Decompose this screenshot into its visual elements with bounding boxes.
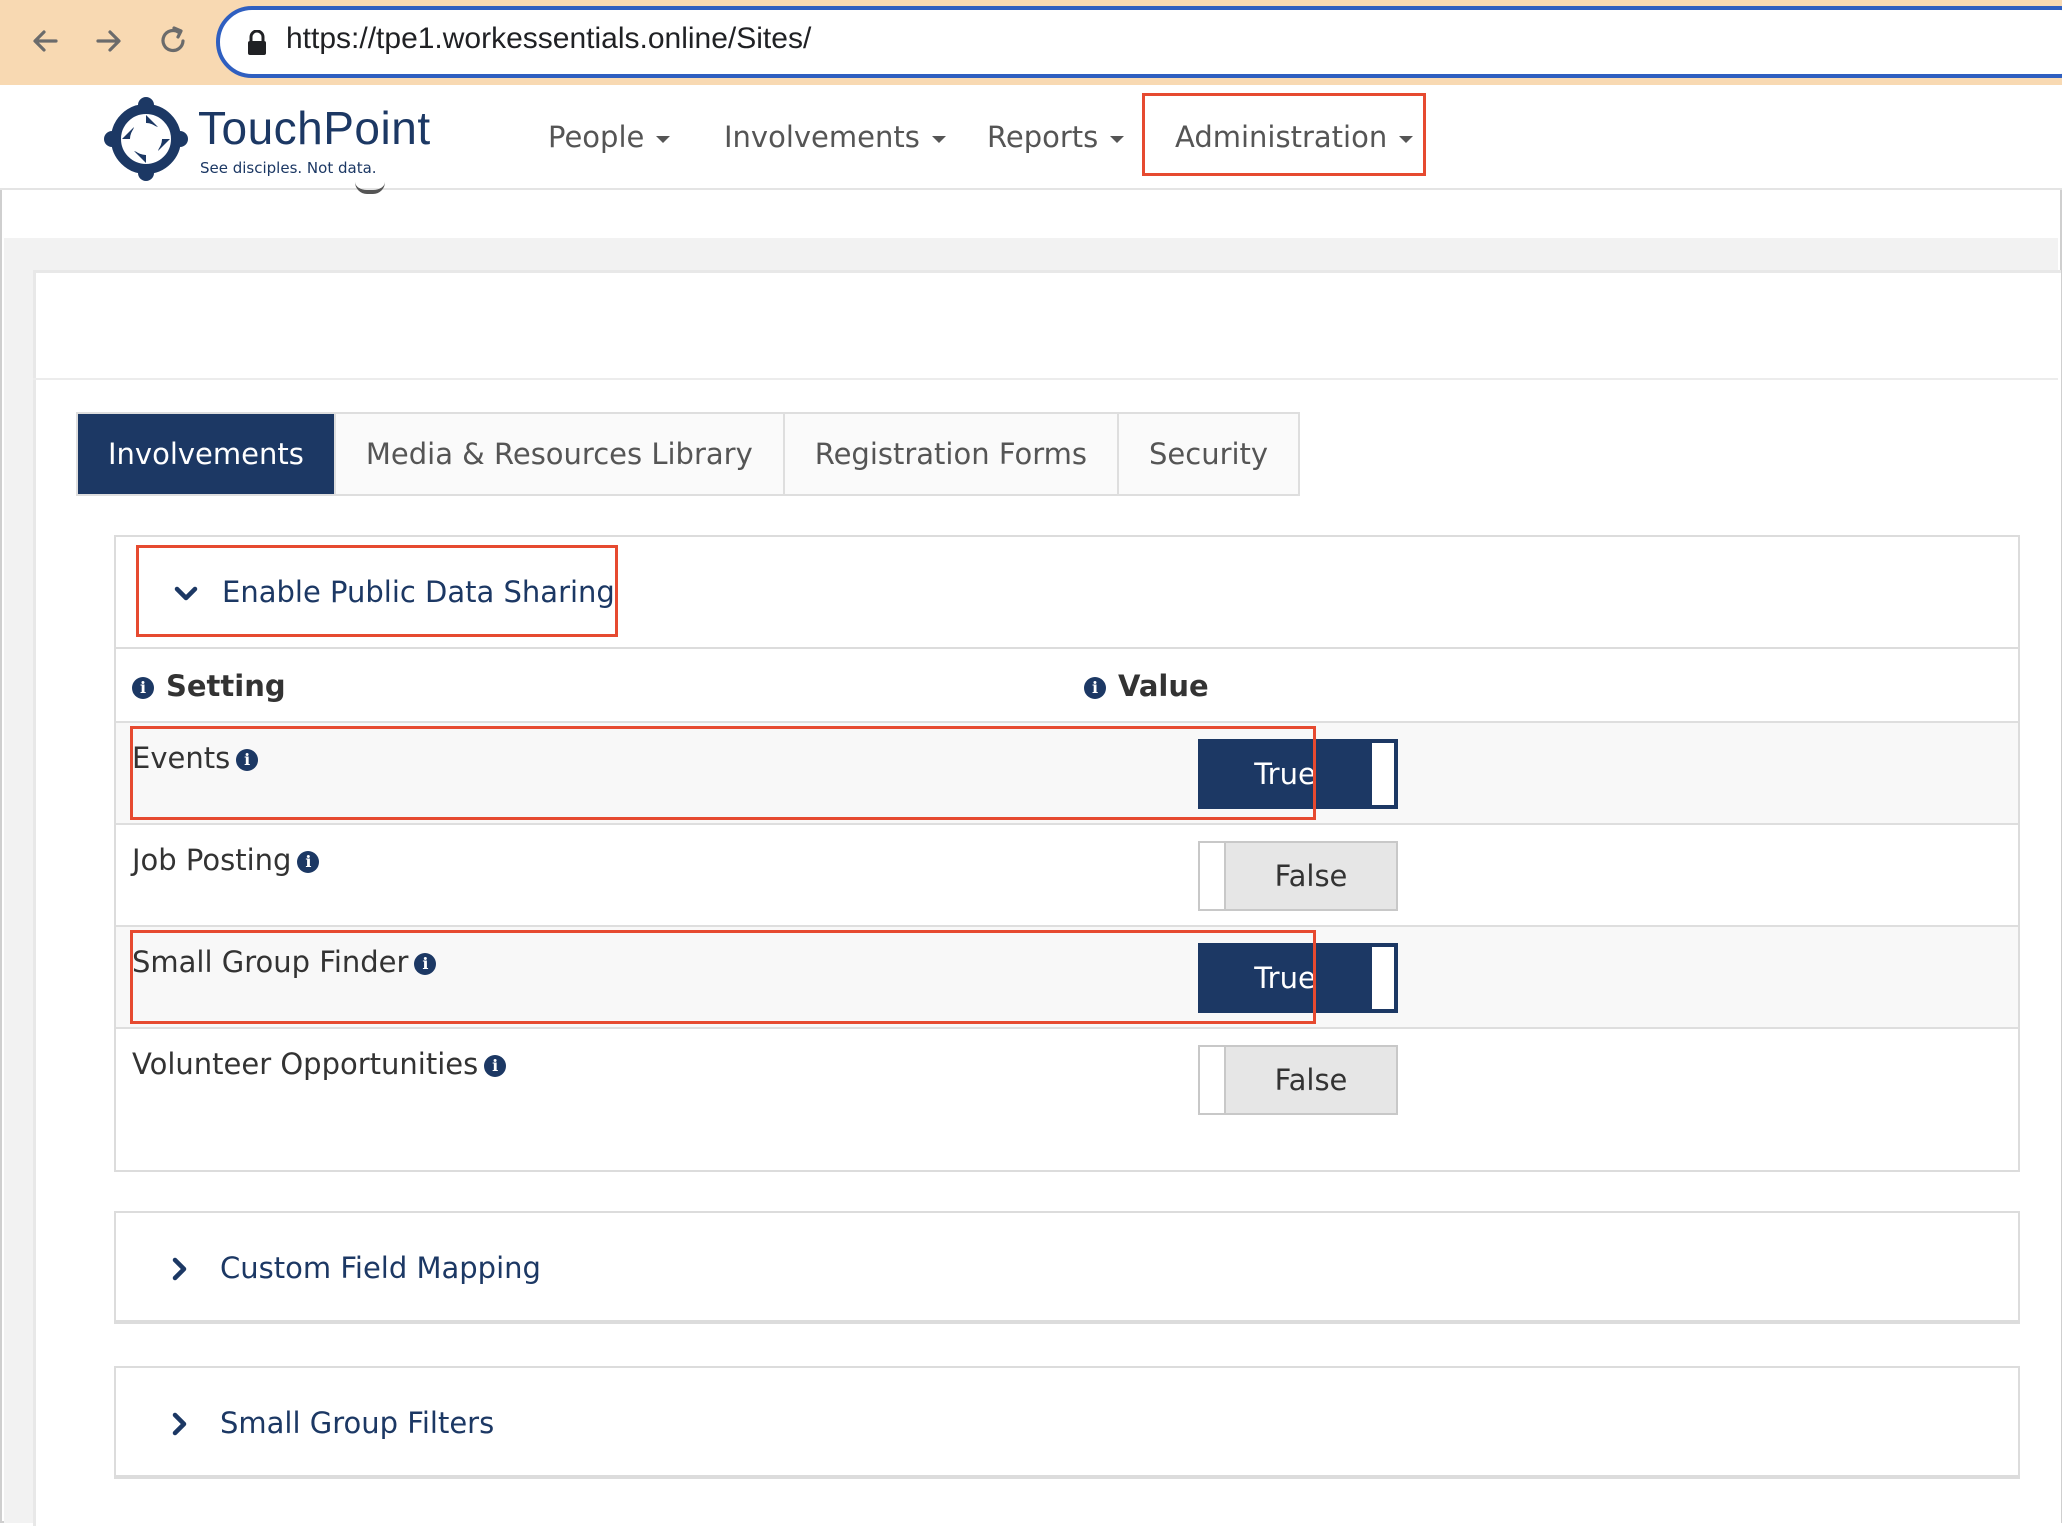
column-header-value-label: Value [1118, 669, 1209, 703]
card-divider [33, 378, 2058, 380]
setting-name: Volunteer Opportunities [132, 1047, 479, 1081]
toggle-volunteer-opportunities[interactable]: False [1198, 1045, 1398, 1115]
panel-public-data-sharing: Enable Public Data Sharing i Setting i Val… [114, 535, 2020, 1172]
setting-name: Job Posting [132, 843, 292, 877]
highlight-box-enable-public-data-sharing [136, 545, 618, 637]
nav-involvements-label: Involvements [724, 120, 920, 154]
column-header-setting-label: Setting [166, 669, 286, 703]
nav-reports-label: Reports [987, 120, 1099, 154]
tab-media-resources-library[interactable]: Media & Resources Library [335, 414, 785, 494]
tab-security[interactable]: Security [1119, 414, 1299, 494]
highlight-box-administration [1142, 93, 1426, 176]
toggle-knob [1200, 1047, 1226, 1113]
settings-tabs: Involvements Media & Resources Library R… [76, 412, 1301, 496]
panel-title-custom-field-mapping[interactable]: Custom Field Mapping [220, 1251, 541, 1285]
setting-label-volunteer-opportunities: Volunteer Opportunities i [132, 1047, 507, 1081]
info-icon[interactable]: i [132, 677, 154, 699]
forward-icon[interactable] [88, 20, 130, 62]
brand-name[interactable]: TouchPoint [198, 101, 431, 155]
setting-label-job-posting: Job Posting i [132, 843, 320, 877]
address-bar[interactable]: https://tpe1.workessentials.online/Sites… [216, 6, 2062, 78]
caret-down-icon [1110, 135, 1125, 143]
table-row-volunteer-opportunities: Volunteer Opportunities i False [116, 1027, 2018, 1172]
panel-title-small-group-filters[interactable]: Small Group Filters [220, 1406, 494, 1440]
caret-down-icon [931, 135, 946, 143]
touchpoint-logo-icon[interactable] [100, 93, 192, 185]
column-header-setting: i Setting [132, 669, 286, 703]
toggle-job-posting[interactable]: False [1198, 841, 1398, 911]
brand-tagline: See disciples. Not data. [200, 159, 377, 177]
reload-icon[interactable] [152, 20, 194, 62]
toggle-value: False [1274, 1063, 1348, 1097]
app-navbar: TouchPoint See disciples. Not data. Peop… [0, 85, 2062, 190]
lock-icon [246, 29, 268, 56]
nav-involvements[interactable]: Involvements [724, 120, 946, 154]
info-icon[interactable]: i [1084, 677, 1106, 699]
nav-people-label: People [548, 120, 645, 154]
panel-small-group-filters[interactable]: Small Group Filters [114, 1366, 2020, 1479]
toggle-value: False [1274, 859, 1348, 893]
toggle-knob [1200, 843, 1226, 909]
tab-involvements[interactable]: Involvements [78, 414, 336, 494]
highlight-box-small-group-finder [130, 930, 1316, 1024]
tab-registration-forms[interactable]: Registration Forms [784, 414, 1119, 494]
toggle-knob [1372, 947, 1394, 1009]
nav-people[interactable]: People [548, 120, 671, 154]
url-text: https://tpe1.workessentials.online/Sites… [286, 22, 812, 55]
chevron-right-icon [164, 1409, 194, 1439]
caret-down-icon [656, 135, 671, 143]
info-icon[interactable]: i [484, 1055, 507, 1077]
browser-toolbar: https://tpe1.workessentials.online/Sites… [0, 0, 2062, 85]
nav-reports[interactable]: Reports [987, 120, 1125, 154]
back-icon[interactable] [26, 20, 68, 62]
column-header-value: i Value [1084, 669, 1209, 703]
panel-custom-field-mapping[interactable]: Custom Field Mapping [114, 1211, 2020, 1324]
toggle-knob [1372, 743, 1394, 805]
chevron-right-icon [164, 1254, 194, 1284]
info-icon[interactable]: i [297, 851, 320, 873]
table-row-job-posting: Job Posting i False [116, 823, 2018, 927]
highlight-box-events [130, 726, 1316, 820]
